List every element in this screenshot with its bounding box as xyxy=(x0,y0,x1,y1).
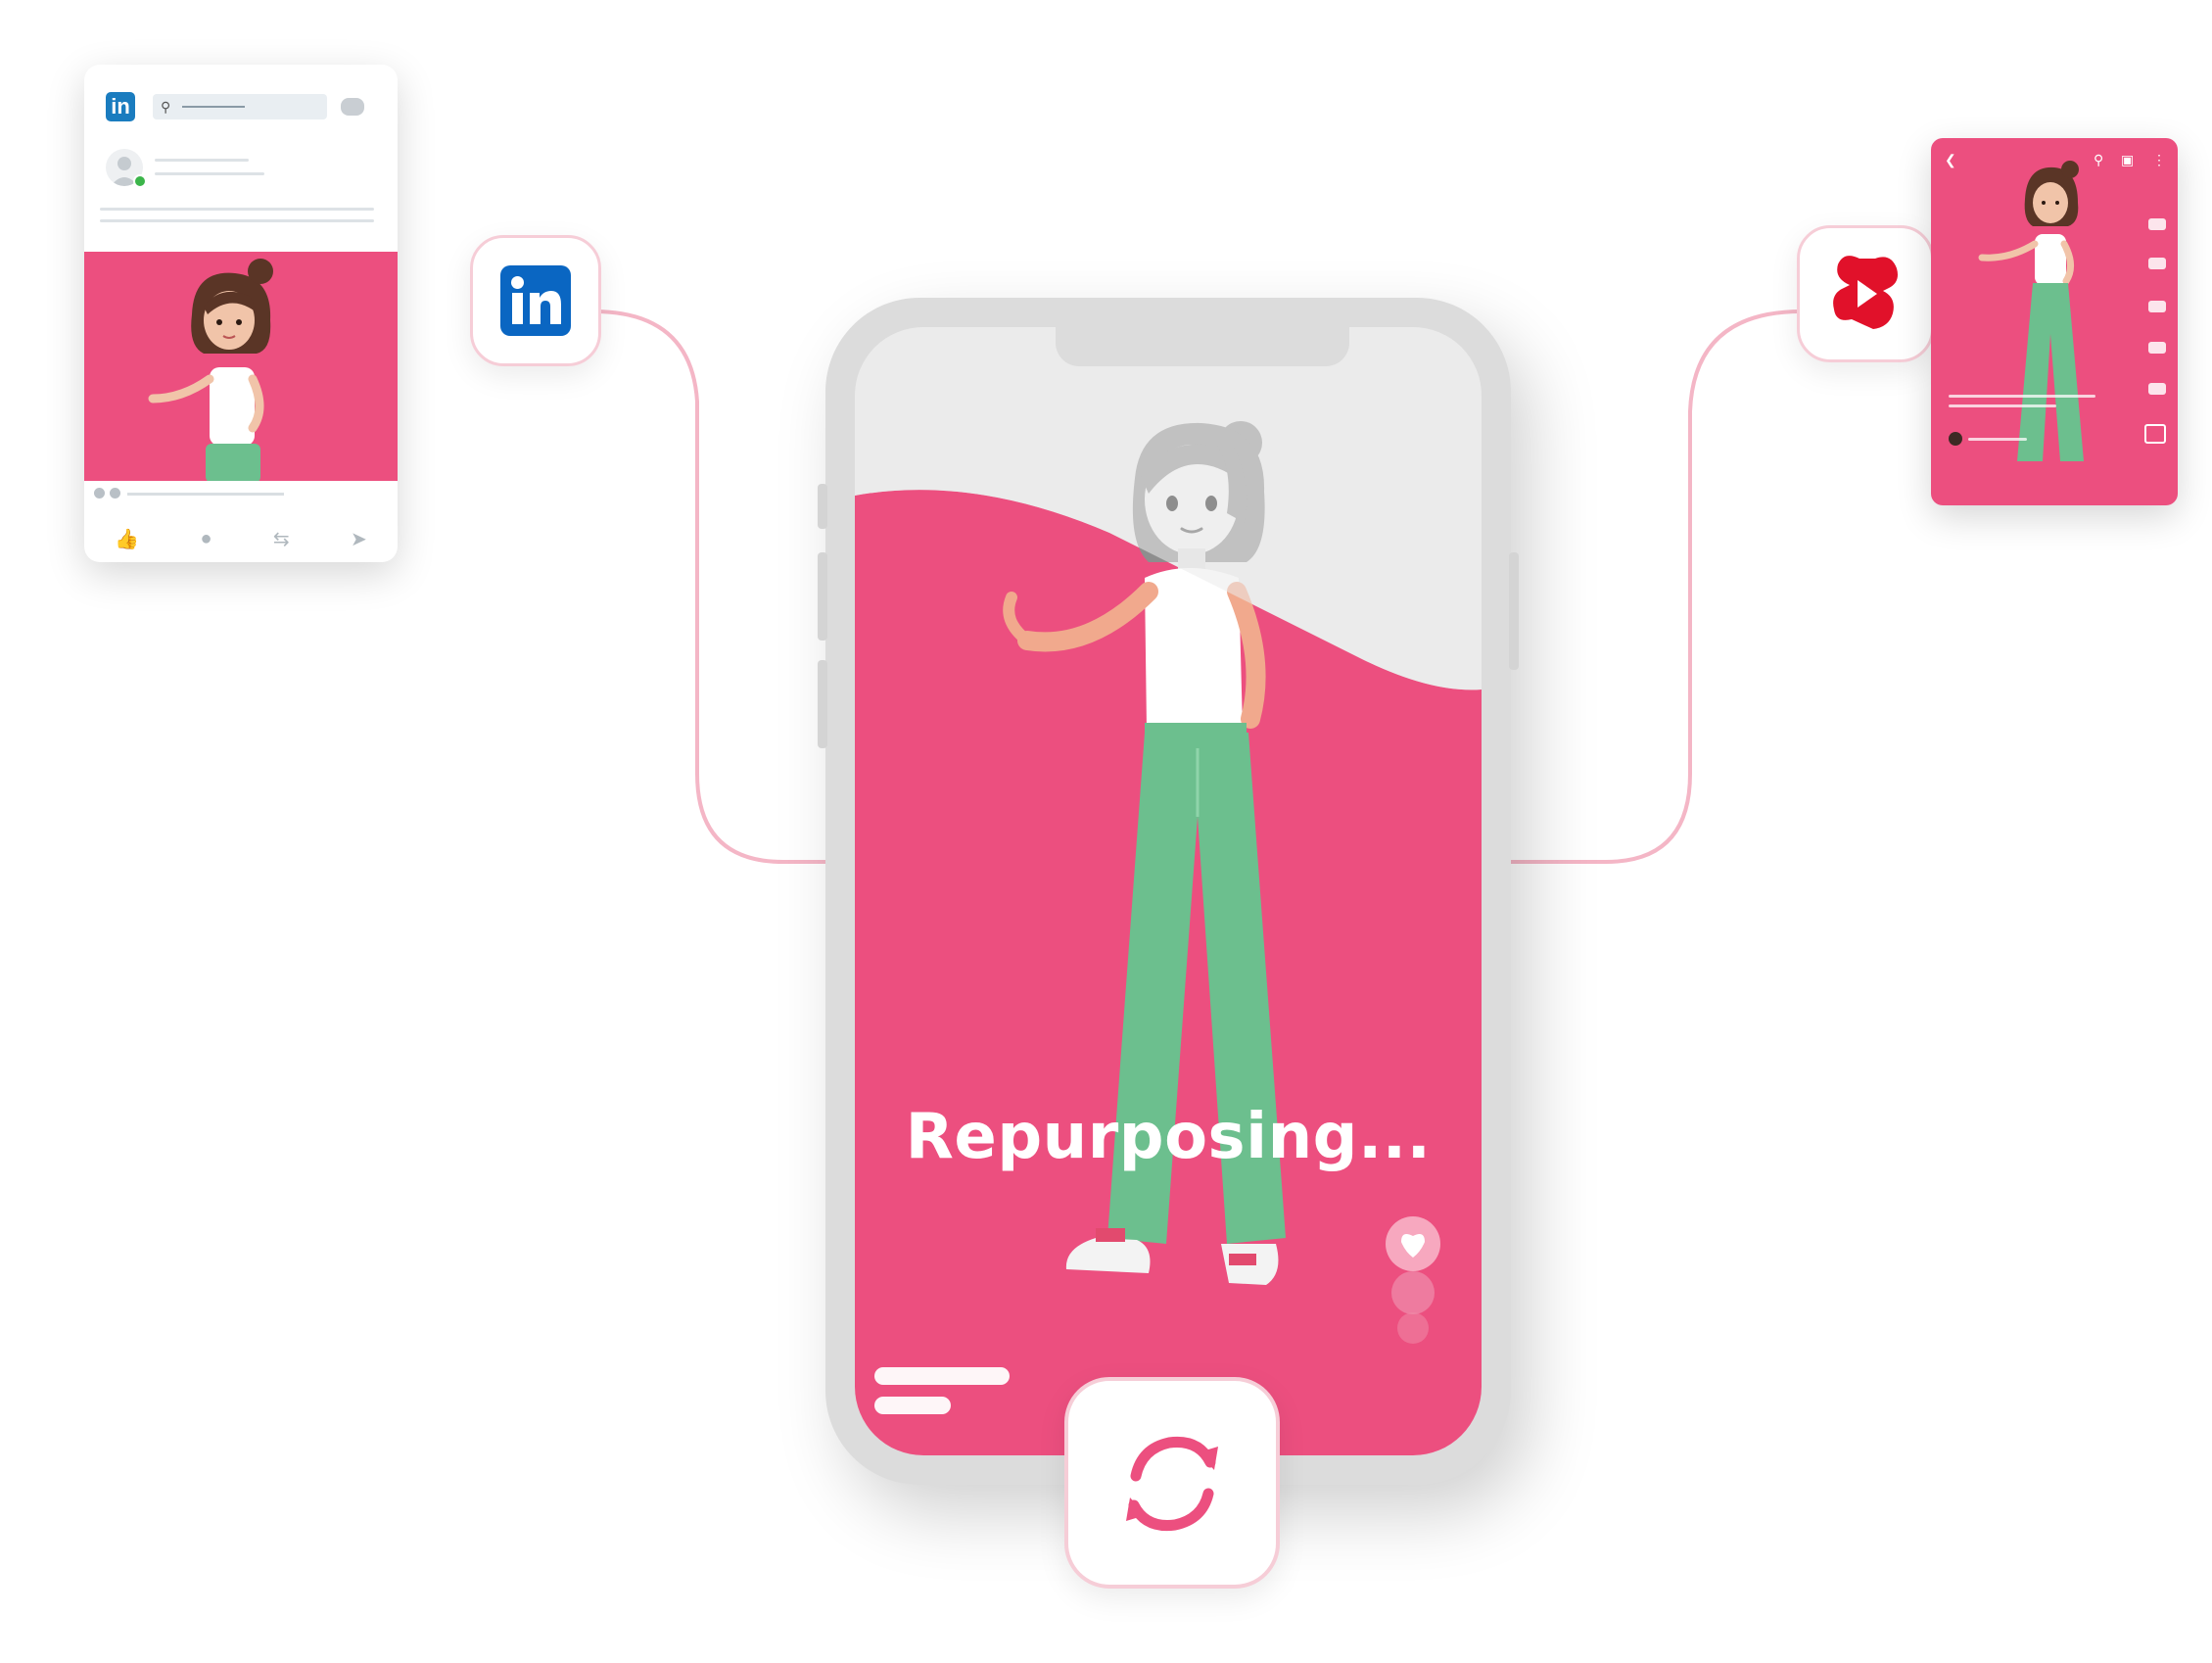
repurpose-button[interactable] xyxy=(1064,1377,1280,1589)
phone-notch xyxy=(1056,327,1349,366)
video-progress-bar xyxy=(127,493,284,496)
send-icon: ➤ xyxy=(351,528,367,550)
linkedin-icon xyxy=(500,265,571,336)
post-media-illustration xyxy=(84,252,398,481)
messages-icon xyxy=(341,98,364,116)
main-phone: Repurposing... xyxy=(818,298,1519,1485)
phone-screen: Repurposing... xyxy=(855,327,1482,1455)
character-illustration xyxy=(855,327,1482,1455)
youtube-shorts-preview: ❮ ⚲ ▣ ⋮ xyxy=(1931,138,2178,505)
search-icon: ⚲ xyxy=(161,99,171,115)
linkedin-app-logo: in xyxy=(106,92,135,121)
linkedin-search-bar: ⚲ xyxy=(153,94,327,119)
connector-right xyxy=(1508,309,1803,864)
youtube-shorts-badge xyxy=(1797,225,1934,362)
post-action-bar: 👍 ● ⇆ ➤ xyxy=(84,525,398,552)
linkedin-badge xyxy=(470,235,601,366)
connector-left xyxy=(592,309,828,864)
online-status-dot xyxy=(133,174,147,188)
text-placeholder-bars xyxy=(874,1367,1010,1426)
linkedin-post-preview: in ⚲ 👍 ● ⇆ ➤ xyxy=(84,65,398,562)
like-icon: 👍 xyxy=(115,528,140,550)
refresh-icon xyxy=(1126,1436,1218,1532)
comment-icon: ● xyxy=(200,527,212,549)
repurposing-caption: Repurposing... xyxy=(905,1101,1432,1173)
repost-icon: ⇆ xyxy=(272,528,290,550)
youtube-shorts-icon xyxy=(1833,256,1898,329)
